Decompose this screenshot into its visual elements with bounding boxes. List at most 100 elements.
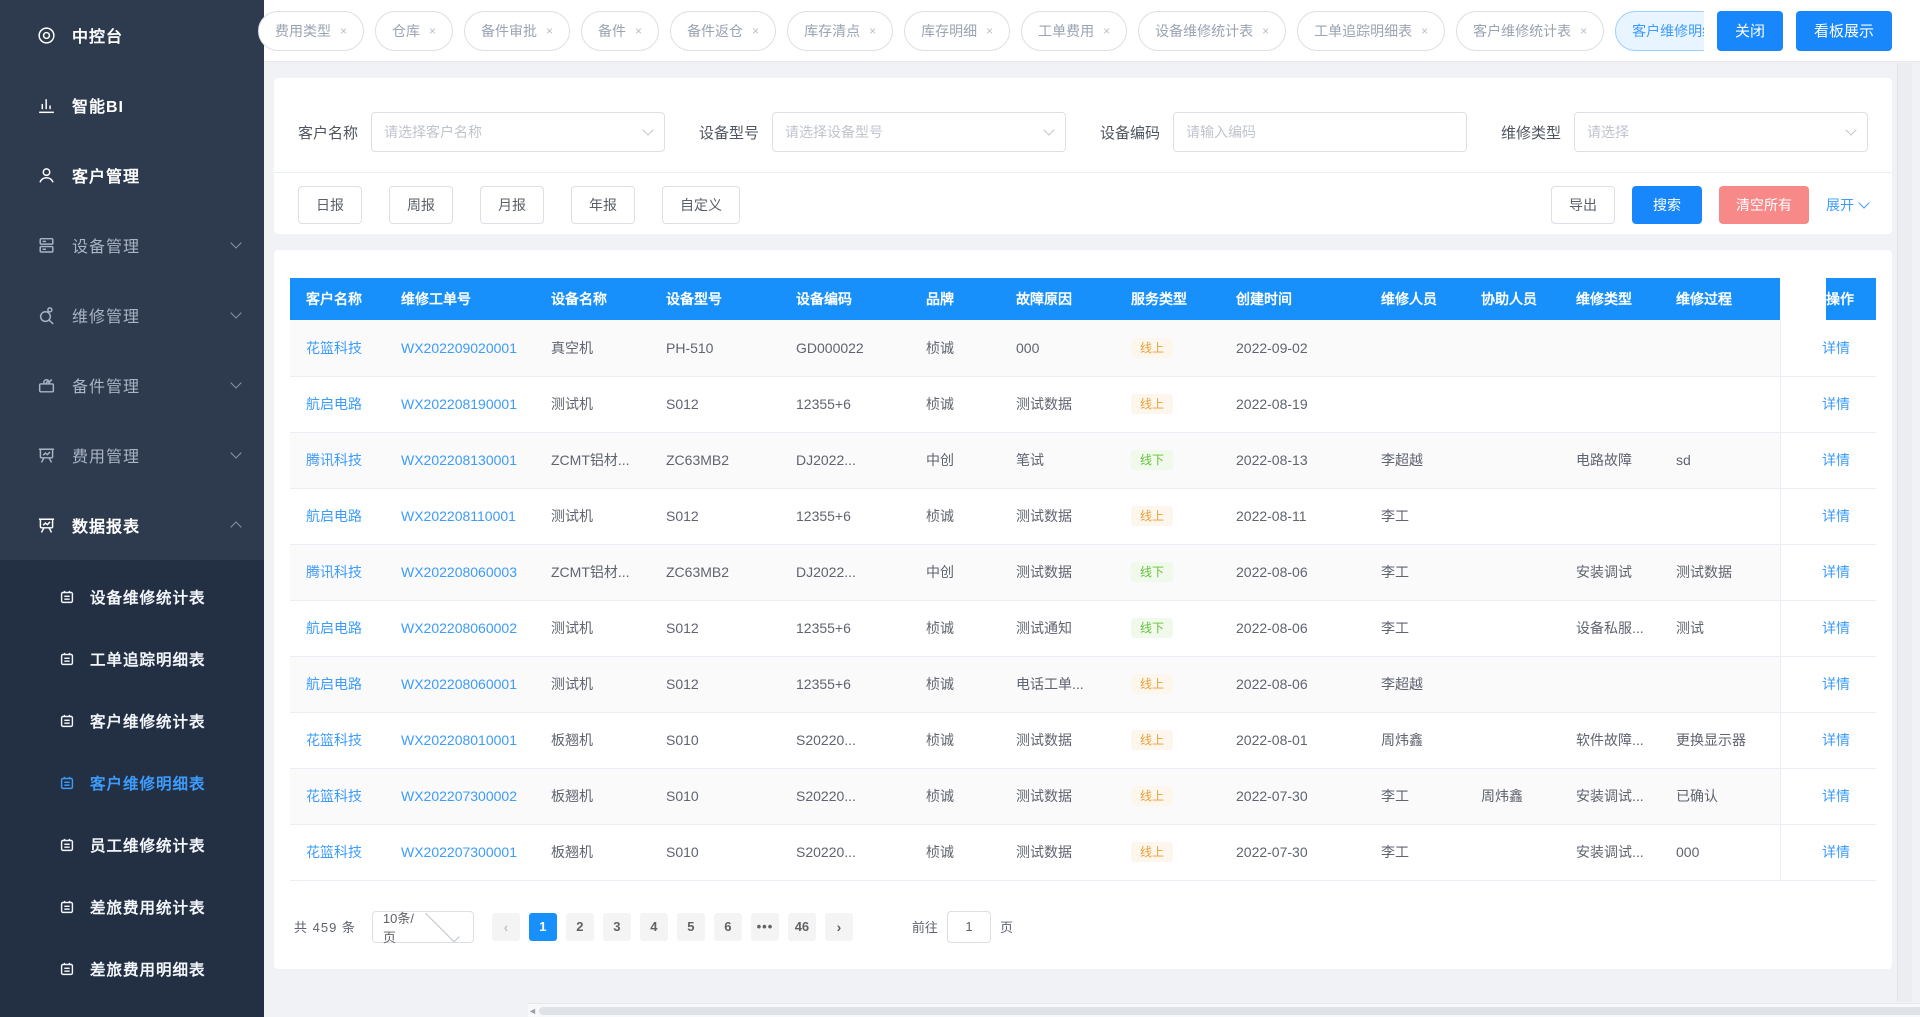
sidebar-item-repairs[interactable]: 维修管理 (0, 280, 264, 350)
close-icon[interactable]: × (986, 24, 993, 38)
report-period-button[interactable]: 日报 (298, 186, 362, 224)
view-tab[interactable]: 库存明细 × (904, 11, 1010, 51)
customer-link[interactable]: 花篮科技 (306, 340, 362, 356)
prev-page-button[interactable]: ‹ (492, 913, 520, 941)
order-link[interactable]: WX202208130001 (401, 452, 517, 468)
export-button[interactable]: 导出 (1551, 186, 1615, 224)
goto-page-input[interactable] (947, 911, 991, 943)
view-tab[interactable]: 备件审批 × (464, 11, 570, 51)
detail-link[interactable]: 详情 (1822, 340, 1850, 356)
board-display-button[interactable]: 看板展示 (1796, 11, 1892, 51)
order-link[interactable]: WX202208190001 (401, 396, 517, 412)
order-link[interactable]: WX202208110001 (401, 508, 516, 524)
scroll-left-arrow-icon[interactable]: ◄ (528, 1004, 537, 1017)
sidebar-item-console[interactable]: 中控台 (0, 0, 264, 70)
sidebar-submenu-item[interactable]: 差旅费用明细表 (0, 938, 264, 1000)
sidebar-item-customers[interactable]: 客户管理 (0, 140, 264, 210)
order-link[interactable]: WX202208060001 (401, 676, 517, 692)
device-code-input[interactable] (1186, 124, 1454, 140)
order-link[interactable]: WX202208060002 (401, 620, 517, 636)
page-number-button[interactable]: 46 (788, 913, 816, 941)
view-tab[interactable]: 库存清点 × (787, 11, 893, 51)
page-number-button[interactable]: 3 (603, 913, 631, 941)
sidebar-submenu-item[interactable]: 工单追踪明细表 (0, 628, 264, 690)
detail-link[interactable]: 详情 (1822, 564, 1850, 580)
close-icon[interactable]: × (1421, 24, 1428, 38)
sidebar-item-bi[interactable]: 智能BI (0, 70, 264, 140)
detail-link[interactable]: 详情 (1822, 788, 1850, 804)
order-link[interactable]: WX202209020001 (401, 340, 517, 356)
close-icon[interactable]: × (869, 24, 876, 38)
sidebar-item-parts[interactable]: 备件管理 (0, 350, 264, 420)
customer-link[interactable]: 航启电路 (306, 396, 362, 412)
detail-link[interactable]: 详情 (1822, 732, 1850, 748)
view-tab[interactable]: 备件 × (581, 11, 659, 51)
detail-link[interactable]: 详情 (1822, 396, 1850, 412)
close-icon[interactable]: × (752, 24, 759, 38)
vertical-scrollbar[interactable] (1897, 63, 1912, 1002)
repair-type-select[interactable] (1574, 112, 1868, 152)
close-icon[interactable]: × (1103, 24, 1110, 38)
view-tab[interactable]: 客户维修统计表 × (1456, 11, 1604, 51)
close-icon[interactable]: × (635, 24, 642, 38)
report-period-button[interactable]: 年报 (571, 186, 635, 224)
sidebar-item-devices[interactable]: 设备管理 (0, 210, 264, 280)
sidebar-item-reports[interactable]: 数据报表 (0, 490, 264, 560)
view-tab[interactable]: 客户维修明细表 × (1615, 11, 1704, 51)
page-number-button[interactable]: 2 (566, 913, 594, 941)
detail-link[interactable]: 详情 (1822, 508, 1850, 524)
order-link[interactable]: WX202207300002 (401, 788, 517, 804)
customer-name-input[interactable] (384, 124, 644, 140)
page-number-button[interactable]: 6 (714, 913, 742, 941)
report-period-button[interactable]: 周报 (389, 186, 453, 224)
sidebar-submenu-item[interactable]: 设备维修统计表 (0, 566, 264, 628)
device-code-field[interactable] (1173, 112, 1467, 152)
view-tab[interactable]: 仓库 × (375, 11, 453, 51)
sidebar-submenu-item[interactable]: 差旅费用统计表 (0, 876, 264, 938)
view-tab[interactable]: 工单追踪明细表 × (1297, 11, 1445, 51)
close-icon[interactable]: × (340, 24, 347, 38)
close-icon[interactable]: × (1262, 24, 1269, 38)
order-link[interactable]: WX202208060003 (401, 564, 517, 580)
close-tabs-button[interactable]: 关闭 (1717, 11, 1783, 51)
customer-link[interactable]: 航启电路 (306, 508, 362, 524)
customer-link[interactable]: 花篮科技 (306, 788, 362, 804)
repair-type-input[interactable] (1587, 124, 1847, 140)
expand-toggle[interactable]: 展开 (1826, 195, 1868, 215)
sidebar-submenu-item[interactable]: 客户维修统计表 (0, 690, 264, 752)
horizontal-scrollbar-thumb[interactable] (539, 1007, 1920, 1015)
view-tab[interactable]: 工单费用 × (1021, 11, 1127, 51)
view-tab[interactable]: 费用类型 × (258, 11, 364, 51)
customer-link[interactable]: 花篮科技 (306, 732, 362, 748)
view-tab[interactable]: 备件返仓 × (670, 11, 776, 51)
page-number-button[interactable]: 1 (529, 913, 557, 941)
close-icon[interactable]: × (1580, 24, 1587, 38)
page-number-button[interactable]: 5 (677, 913, 705, 941)
search-button[interactable]: 搜索 (1632, 186, 1702, 224)
sidebar-item-expenses[interactable]: 费用管理 (0, 420, 264, 490)
customer-link[interactable]: 航启电路 (306, 620, 362, 636)
customer-link[interactable]: 腾讯科技 (306, 564, 362, 580)
report-period-button[interactable]: 月报 (480, 186, 544, 224)
view-tab[interactable]: 设备维修统计表 × (1138, 11, 1286, 51)
clear-all-button[interactable]: 清空所有 (1719, 186, 1809, 224)
detail-link[interactable]: 详情 (1822, 452, 1850, 468)
close-icon[interactable]: × (546, 24, 553, 38)
device-model-input[interactable] (785, 124, 1045, 140)
customer-link[interactable]: 花篮科技 (306, 844, 362, 860)
page-number-button[interactable]: ••• (751, 913, 779, 941)
customer-link[interactable]: 航启电路 (306, 676, 362, 692)
page-number-button[interactable]: 4 (640, 913, 668, 941)
sidebar-submenu-item[interactable]: 客户维修明细表 (0, 752, 264, 814)
sidebar-submenu-item[interactable]: 员工维修统计表 (0, 814, 264, 876)
order-link[interactable]: WX202208010001 (401, 732, 517, 748)
page-size-select[interactable]: 10条/页 (372, 911, 474, 943)
next-page-button[interactable]: › (825, 913, 853, 941)
order-link[interactable]: WX202207300001 (401, 844, 517, 860)
close-icon[interactable]: × (429, 24, 436, 38)
detail-link[interactable]: 详情 (1822, 676, 1850, 692)
device-model-select[interactable] (772, 112, 1066, 152)
customer-link[interactable]: 腾讯科技 (306, 452, 362, 468)
customer-name-select[interactable] (371, 112, 665, 152)
report-period-button[interactable]: 自定义 (662, 186, 740, 224)
